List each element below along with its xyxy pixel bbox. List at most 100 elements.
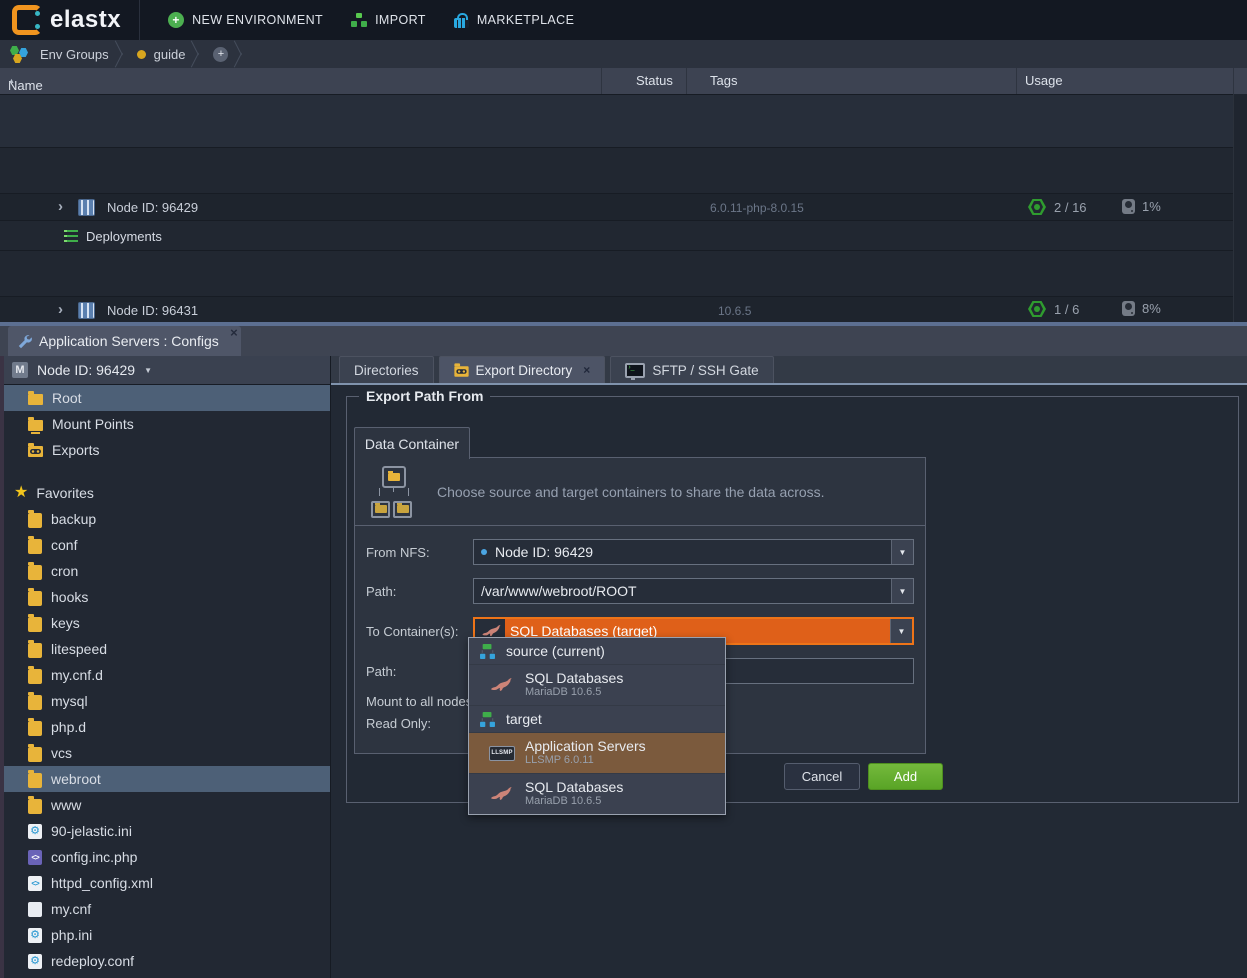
expand-icon[interactable]: › — [58, 199, 63, 214]
favorite-item[interactable]: httpd_config.xml — [4, 870, 330, 896]
configs-panel-tab[interactable]: Application Servers : Configs × — [8, 326, 241, 356]
favorite-item[interactable]: cron — [4, 558, 330, 584]
favorite-item[interactable]: backup — [4, 506, 330, 532]
read-only-label: Read Only: — [366, 716, 431, 731]
dropdown-item-target-app-servers[interactable]: LLSMP Application ServersLLSMP 6.0.11 — [469, 732, 725, 773]
new-environment-button[interactable]: + NEW ENVIRONMENT — [168, 12, 323, 28]
tab-export-directory[interactable]: Export Directory × — [439, 356, 606, 383]
node-title: Node ID: 96431 — [107, 303, 198, 318]
form-buttons: Cancel Add — [784, 763, 943, 790]
favorite-item[interactable]: my.cnf — [4, 896, 330, 922]
sidebar-tree-item[interactable]: Mount Points — [4, 411, 330, 437]
env-row-node-96429[interactable]: › Node ID: 96429 6.0.11-php-8.0.15 2 / 1… — [0, 193, 1233, 221]
from-nfs-select[interactable]: Node ID: 96429 ▼ — [473, 539, 914, 565]
favorite-item-label: hooks — [51, 589, 88, 605]
cancel-button[interactable]: Cancel — [784, 763, 860, 790]
file-type-icon — [28, 902, 42, 917]
marketplace-button[interactable]: MARKETPLACE — [454, 13, 574, 28]
sidebar-tree-item[interactable]: Root — [4, 385, 330, 411]
node-selector[interactable]: M Node ID: 96429 ▼ — [4, 356, 330, 385]
favorite-item[interactable]: 90-jelastic.ini — [4, 818, 330, 844]
column-usage[interactable]: Usage — [1025, 73, 1063, 88]
env-row-node-96431[interactable]: › Node ID: 96431 10.6.5 1 / 6 8% — [0, 296, 1233, 323]
marketplace-basket-icon — [454, 18, 469, 28]
favorite-item[interactable]: keys — [4, 610, 330, 636]
favorite-item[interactable]: webroot — [4, 766, 330, 792]
file-type-icon — [28, 591, 42, 606]
topbar-separator — [139, 0, 140, 40]
configs-tab-strip: Directories Export Directory × SFTP / SS… — [331, 356, 1247, 385]
env-row-deployments[interactable]: Deployments — [0, 220, 1233, 251]
tab-directories[interactable]: Directories — [339, 356, 434, 383]
file-type-icon — [28, 773, 42, 788]
import-icon — [351, 13, 367, 27]
dropdown-arrow-icon[interactable]: ▼ — [891, 579, 913, 603]
column-tags[interactable]: Tags — [710, 73, 737, 88]
usage-cloudlets: 1 / 6 — [1028, 301, 1079, 317]
marketplace-label: MARKETPLACE — [477, 13, 574, 27]
favorites-label: Favorites — [36, 485, 94, 501]
favorite-item[interactable]: php.ini — [4, 922, 330, 948]
dropdown-arrow-icon[interactable]: ▼ — [890, 619, 912, 643]
file-type-icon — [28, 850, 42, 865]
expand-icon[interactable]: › — [58, 302, 63, 317]
dropdown-item-source-sql[interactable]: SQL DatabasesMariaDB 10.6.5 — [469, 664, 725, 705]
data-container-tab[interactable]: Data Container — [354, 427, 470, 459]
dropdown-item-target-sql[interactable]: SQL DatabasesMariaDB 10.6.5 — [469, 773, 725, 814]
import-button[interactable]: IMPORT — [351, 13, 426, 27]
favorite-item[interactable]: www — [4, 792, 330, 818]
file-type-icon — [28, 876, 42, 891]
column-status[interactable]: Status — [636, 73, 673, 88]
favorite-item-label: webroot — [51, 771, 101, 787]
favorite-item[interactable]: hooks — [4, 584, 330, 610]
favorite-item[interactable]: conf — [4, 532, 330, 558]
env-row-source[interactable]: › source source1.jls-sto1.elastx.net Run… — [0, 94, 1233, 148]
source-path-select[interactable]: /var/www/webroot/ROOT ▼ — [473, 578, 914, 604]
terminal-monitor-icon — [625, 363, 645, 378]
favorite-item-label: keys — [51, 615, 80, 631]
breadcrumb-env-groups[interactable]: Env Groups — [40, 47, 109, 62]
breadcrumb-current-group[interactable]: guide — [154, 47, 186, 62]
favorite-item[interactable]: vcs — [4, 740, 330, 766]
favorite-item[interactable]: mysql — [4, 688, 330, 714]
mariadb-seal-icon — [491, 786, 513, 802]
file-type-icon — [28, 799, 42, 814]
file-type-icon — [28, 695, 42, 710]
add-group-button[interactable]: + — [213, 47, 228, 62]
description-text: Choose source and target containers to s… — [437, 484, 825, 500]
file-type-icon — [28, 539, 42, 554]
file-type-icon — [28, 565, 42, 580]
tab-sftp-ssh-gate[interactable]: SFTP / SSH Gate — [610, 356, 773, 383]
file-type-icon — [28, 954, 42, 969]
favorite-item-label: backup — [51, 511, 96, 527]
file-type-icon — [28, 513, 42, 528]
group-label: source (current) — [506, 643, 605, 659]
favorite-item[interactable]: config.inc.php — [4, 844, 330, 870]
sidebar-tree-item[interactable]: Exports — [4, 437, 330, 463]
env-table-scrollbar[interactable] — [1233, 94, 1247, 322]
favorite-item[interactable]: redeploy.conf — [4, 948, 330, 974]
add-button[interactable]: Add — [868, 763, 943, 790]
favorite-item-label: conf — [51, 537, 77, 553]
env-row-sql-databases[interactable]: › SQL Databases MariaDB 10.6.5 1 / 6 8% — [0, 250, 1233, 297]
file-type-icon — [28, 669, 42, 684]
env-row-app-servers[interactable]: › LLSMP Application Servers LLSMP 6.0.11… — [0, 147, 1233, 194]
elastx-logo[interactable]: elastx — [0, 0, 139, 40]
top-bar: elastx + NEW ENVIRONMENT IMPORT MARKETPL… — [0, 0, 1247, 40]
dropdown-arrow-icon[interactable]: ▼ — [891, 540, 913, 564]
mariadb-seal-icon — [491, 677, 513, 693]
favorite-item-label: my.cnf — [51, 901, 91, 917]
close-panel-icon[interactable]: × — [230, 326, 238, 339]
root-tree: Root Mount Points Exports — [4, 385, 330, 463]
favorite-item[interactable]: my.cnf.d — [4, 662, 330, 688]
breadcrumb-separator — [234, 40, 250, 68]
close-tab-icon[interactable]: × — [583, 363, 590, 377]
favorite-item[interactable]: php.d — [4, 714, 330, 740]
from-nfs-row: From NFS: Node ID: 96429 ▼ — [355, 539, 925, 565]
from-nfs-label: From NFS: — [366, 545, 473, 560]
import-label: IMPORT — [375, 13, 426, 27]
tab-sftp-label: SFTP / SSH Gate — [652, 363, 758, 378]
favorite-item[interactable]: litespeed — [4, 636, 330, 662]
favorite-item-label: 90-jelastic.ini — [51, 823, 132, 839]
favorite-item-label: my.cnf.d — [51, 667, 103, 683]
